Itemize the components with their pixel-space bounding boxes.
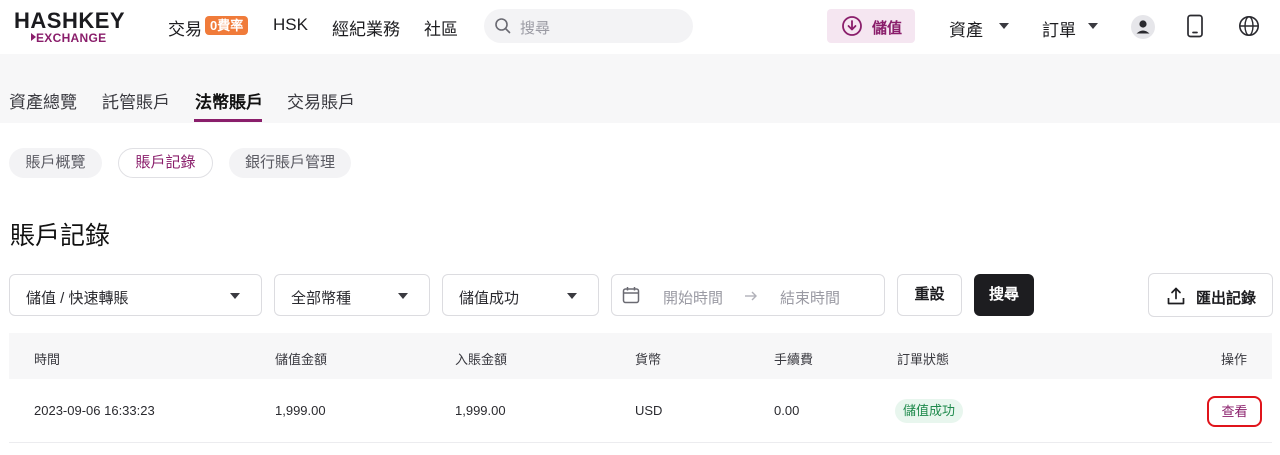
deposit-button[interactable]: 儲值 — [827, 9, 915, 43]
column-header-credited-amount: 入賬金額 — [455, 352, 508, 367]
column-header-action: 操作 — [1221, 352, 1248, 367]
orders-menu[interactable]: 訂單 — [1042, 16, 1076, 41]
cell-time: 2023-09-06 16:33:23 — [34, 403, 155, 418]
calendar-icon — [622, 287, 640, 304]
column-header-fee: 手續費 — [774, 352, 814, 367]
record-type-select[interactable]: 儲值 / 快速轉賬 — [9, 274, 262, 316]
status-select[interactable]: 儲值成功 — [442, 274, 599, 316]
search-button[interactable]: 搜尋 — [974, 274, 1034, 316]
row-divider — [9, 442, 1272, 443]
column-header-deposit-amount: 儲值金額 — [275, 352, 328, 367]
assets-chevron-down-icon — [999, 23, 1009, 29]
cell-fee: 0.00 — [774, 403, 800, 418]
subtab-bank-account-management[interactable]: 銀行賬戶管理 — [229, 148, 351, 178]
status-badge: 儲值成功 — [895, 399, 964, 423]
column-header-order-status: 訂單狀態 — [897, 352, 950, 367]
record-type-value: 儲值 / 快速轉賬 — [26, 290, 129, 307]
user-avatar-icon[interactable] — [1130, 14, 1156, 40]
globe-icon[interactable] — [1238, 15, 1260, 37]
export-label: 匯出記錄 — [1196, 290, 1257, 307]
column-header-currency: 貨幣 — [635, 352, 662, 367]
export-records-button[interactable]: 匯出記錄 — [1148, 273, 1273, 317]
logo-subtitle: EXCHANGE — [36, 31, 107, 45]
top-navbar: HASHKEY EXCHANGE 交易 0費率 HSK 經紀業務 社區 搜尋 儲… — [0, 0, 1280, 54]
mobile-icon[interactable] — [1186, 14, 1204, 38]
hashkey-logo[interactable]: HASHKEY EXCHANGE — [14, 8, 126, 46]
cell-credited-amount: 1,999.00 — [455, 403, 506, 418]
nav-community[interactable]: 社區 — [424, 15, 458, 40]
start-date-input[interactable]: 開始時間 — [663, 287, 723, 308]
reset-button[interactable]: 重設 — [897, 274, 962, 316]
tab-fiat-account[interactable]: 法幣賬戶 — [195, 88, 263, 113]
currency-value: 全部幣種 — [291, 290, 352, 307]
arrow-right-icon — [745, 291, 757, 301]
upload-icon — [1167, 287, 1185, 305]
subtab-account-records[interactable]: 賬戶記錄 — [118, 148, 213, 178]
cell-deposit-amount: 1,999.00 — [275, 403, 326, 418]
status-value: 儲值成功 — [459, 290, 520, 307]
subtab-account-overview[interactable]: 賬戶概覽 — [9, 148, 102, 178]
end-date-input[interactable]: 結束時間 — [780, 287, 840, 308]
active-tab-indicator — [194, 119, 262, 122]
search-input[interactable]: 搜尋 — [484, 9, 693, 43]
currency-select[interactable]: 全部幣種 — [274, 274, 430, 316]
date-range-picker[interactable]: 開始時間 結束時間 — [611, 274, 885, 316]
tab-asset-overview[interactable]: 資產總覽 — [9, 88, 77, 113]
search-placeholder: 搜尋 — [520, 20, 551, 37]
nav-trade[interactable]: 交易 — [168, 15, 202, 40]
chevron-down-icon — [230, 293, 240, 299]
chevron-down-icon — [398, 293, 408, 299]
tab-custody-account[interactable]: 託管賬戶 — [102, 88, 170, 113]
nav-broker[interactable]: 經紀業務 — [332, 15, 400, 40]
account-tabs-bar — [0, 54, 1280, 123]
nav-hsk[interactable]: HSK — [273, 15, 308, 35]
view-details-button[interactable]: 查看 — [1207, 396, 1262, 427]
orders-chevron-down-icon — [1088, 23, 1098, 29]
chevron-down-icon — [567, 293, 577, 299]
assets-menu[interactable]: 資產 — [949, 16, 983, 41]
deposit-label: 儲值 — [872, 20, 903, 37]
page-title: 賬戶記錄 — [10, 222, 111, 250]
download-circle-icon — [842, 16, 862, 36]
tab-trading-account[interactable]: 交易賬戶 — [287, 88, 355, 113]
column-header-time: 時間 — [34, 352, 61, 367]
cell-currency: USD — [635, 403, 663, 418]
zero-fee-badge: 0費率 — [205, 16, 249, 35]
search-icon — [495, 18, 511, 34]
